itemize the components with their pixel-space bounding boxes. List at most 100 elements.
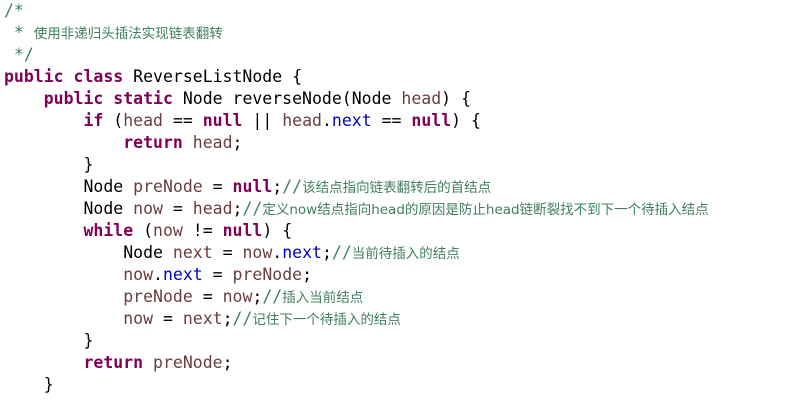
variable-token: head — [192, 199, 233, 218]
comment-token: // — [242, 199, 263, 218]
keyword-token: return — [123, 133, 183, 152]
code-token: ; — [232, 199, 243, 218]
variable-token: head — [282, 111, 322, 130]
keyword-token: null — [411, 111, 452, 130]
code-token: ) { — [441, 89, 471, 108]
code-line[interactable]: Node next = now.next;//当前待插入的结点 — [4, 242, 460, 264]
code-token: ) { — [451, 111, 481, 130]
code-token: ; — [232, 133, 243, 152]
code-token: ( — [133, 221, 154, 240]
keyword-token: if — [83, 111, 104, 130]
code-token: ) { — [262, 221, 293, 240]
variable-token: now — [133, 199, 163, 218]
code-line[interactable]: now.next = preNode; — [4, 264, 312, 286]
comment-token: 使用非递归头插法实现链表翻转 — [33, 26, 223, 42]
code-line[interactable]: if (head == null || head.next == null) { — [4, 110, 481, 132]
code-line[interactable]: } — [4, 154, 93, 176]
code-token: ; — [272, 177, 283, 196]
code-token: Node — [83, 199, 134, 218]
comment-token: 当前待插入的结点 — [351, 246, 460, 262]
code-token: Node — [83, 177, 134, 196]
field-token: next — [162, 265, 203, 284]
code-token: . — [153, 265, 163, 284]
code-token: != — [182, 221, 223, 240]
keyword-token: static — [113, 89, 173, 108]
code-line[interactable]: while (now != null) { — [4, 220, 292, 242]
code-token: ReverseListNode { — [123, 67, 303, 86]
code-token: == — [371, 111, 412, 130]
code-line[interactable]: Node now = head;//定义now结点指向head的原因是防止hea… — [4, 198, 709, 220]
variable-token: now — [123, 265, 154, 284]
code-line[interactable]: public static Node reverseNode(Node head… — [4, 88, 471, 110]
code-token: . — [321, 111, 332, 130]
code-token: || — [242, 111, 283, 130]
field-token: next — [282, 243, 322, 262]
code-editor[interactable]: /* * 使用非递归头插法实现链表翻转 */ public class Rever… — [0, 0, 794, 406]
variable-token: preNode — [123, 287, 193, 306]
code-line[interactable]: Node preNode = null;//该结点指向链表翻转后的首结点 — [4, 176, 491, 198]
variable-token: preNode — [232, 265, 303, 284]
code-token: = — [202, 265, 233, 284]
code-line[interactable]: } — [4, 330, 93, 352]
code-line[interactable]: now = next;//记住下一个待插入的结点 — [4, 308, 401, 330]
keyword-token: while — [83, 221, 134, 240]
variable-token: preNode — [153, 353, 223, 372]
variable-token: preNode — [133, 177, 203, 196]
code-line[interactable]: * 使用非递归头插法实现链表翻转 — [4, 22, 223, 44]
field-token: next — [331, 111, 372, 130]
keyword-token: null — [232, 177, 273, 196]
code-line[interactable]: } — [4, 374, 54, 396]
comment-token: // — [331, 243, 352, 262]
comment-token: // — [232, 309, 253, 328]
code-token: ( — [103, 111, 124, 130]
code-token: = — [192, 287, 223, 306]
comment-token: 记住下一个待插入的结点 — [252, 312, 401, 328]
comment-token: /* — [4, 1, 24, 20]
comment-token: * — [13, 23, 34, 42]
code-token: ; — [321, 243, 332, 262]
code-token: } — [43, 375, 54, 394]
variable-token: now — [242, 243, 273, 262]
code-token: . — [272, 243, 283, 262]
variable-token: now — [222, 287, 253, 306]
variable-token: now — [153, 221, 183, 240]
variable-token: head — [401, 89, 442, 108]
code-line[interactable]: return preNode; — [4, 352, 232, 374]
comment-token: 插入当前结点 — [282, 290, 364, 306]
code-token: Node reverseNode(Node — [172, 89, 402, 108]
variable-token: next — [182, 309, 223, 328]
keyword-token: null — [222, 221, 263, 240]
code-token: } — [83, 155, 94, 174]
code-token: ; — [252, 287, 263, 306]
keyword-token: null — [202, 111, 243, 130]
code-line[interactable]: return head; — [4, 132, 242, 154]
comment-token: // — [282, 177, 303, 196]
code-token: Node — [123, 243, 173, 262]
code-line[interactable]: /* — [4, 0, 24, 22]
code-line[interactable]: */ — [4, 44, 34, 66]
comment-token: 定义now结点指向head的原因是防止head链断裂找不到下一个待插入结点 — [262, 202, 709, 218]
code-token: ; — [222, 309, 233, 328]
variable-token: next — [172, 243, 213, 262]
keyword-token: class — [73, 67, 124, 86]
code-line[interactable]: public class ReverseListNode { — [4, 66, 302, 88]
code-token: } — [83, 331, 94, 350]
code-token: ; — [302, 265, 313, 284]
variable-token: head — [192, 133, 233, 152]
code-line[interactable]: preNode = now;//插入当前结点 — [4, 286, 363, 308]
comment-token: 该结点指向链表翻转后的首结点 — [302, 180, 492, 196]
